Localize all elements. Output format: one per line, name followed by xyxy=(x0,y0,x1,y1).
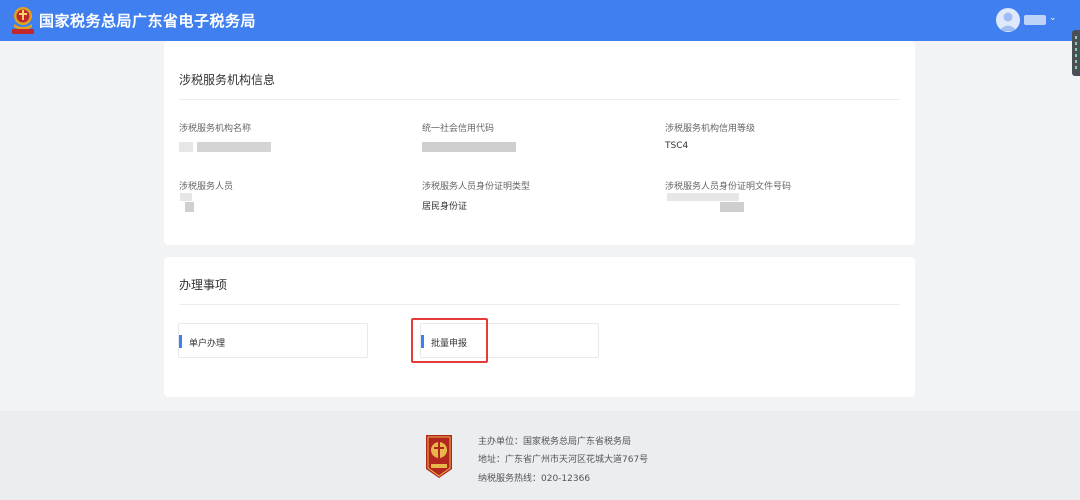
redacted-id-number xyxy=(667,193,739,201)
redacted-credit-code xyxy=(422,142,516,152)
redacted-agency-name xyxy=(197,142,271,152)
footer-hotline: 纳税服务热线：020-12366 xyxy=(478,474,591,484)
redacted-agency-name xyxy=(179,142,193,152)
footer-host: 主办单位：国家税务总局广东省税务局 xyxy=(478,437,632,447)
redacted-staff-name xyxy=(185,202,194,212)
field-label-staff: 涉税服务人员 xyxy=(179,182,234,192)
footer-address: 地址：广东省广州市天河区花城大道767号 xyxy=(478,455,649,465)
redacted-staff-name xyxy=(180,193,192,201)
task-label: 单户办理 xyxy=(189,339,226,349)
field-value-credit-level: TSC4 xyxy=(665,141,689,151)
tax-bureau-emblem-icon[interactable] xyxy=(10,5,36,35)
accent-bar xyxy=(179,335,182,348)
card-title: 办理事项 xyxy=(179,278,228,292)
customs-emblem-icon xyxy=(426,435,452,478)
username[interactable] xyxy=(1024,15,1046,25)
user-avatar[interactable] xyxy=(996,8,1020,32)
field-label-credit-code: 统一社会信用代码 xyxy=(422,124,495,134)
field-label-id-number: 涉税服务人员身份证明文件号码 xyxy=(665,182,792,192)
redacted-id-number xyxy=(720,202,744,212)
top-navigation-bar: 国家税务总局广东省电子税务局 ⌄ xyxy=(0,0,1080,41)
side-tool-tab[interactable] xyxy=(1072,30,1080,76)
divider xyxy=(179,99,900,100)
field-value-id-type: 居民身份证 xyxy=(422,202,468,212)
field-label-agency-name: 涉税服务机构名称 xyxy=(179,124,252,134)
site-title[interactable]: 国家税务总局广东省电子税务局 xyxy=(39,10,256,31)
user-icon xyxy=(999,12,1017,31)
agency-info-card: 涉税服务机构信息 涉税服务机构名称 统一社会信用代码 涉税服务机构信用等级 TS… xyxy=(164,41,915,245)
highlight-box xyxy=(411,318,488,363)
chevron-down-icon[interactable]: ⌄ xyxy=(1049,13,1057,23)
field-label-id-type: 涉税服务人员身份证明类型 xyxy=(422,182,531,192)
field-label-credit-level: 涉税服务机构信用等级 xyxy=(665,124,756,134)
card-title: 涉税服务机构信息 xyxy=(179,73,276,87)
divider xyxy=(179,304,900,305)
single-household-task[interactable]: 单户办理 xyxy=(178,323,368,358)
